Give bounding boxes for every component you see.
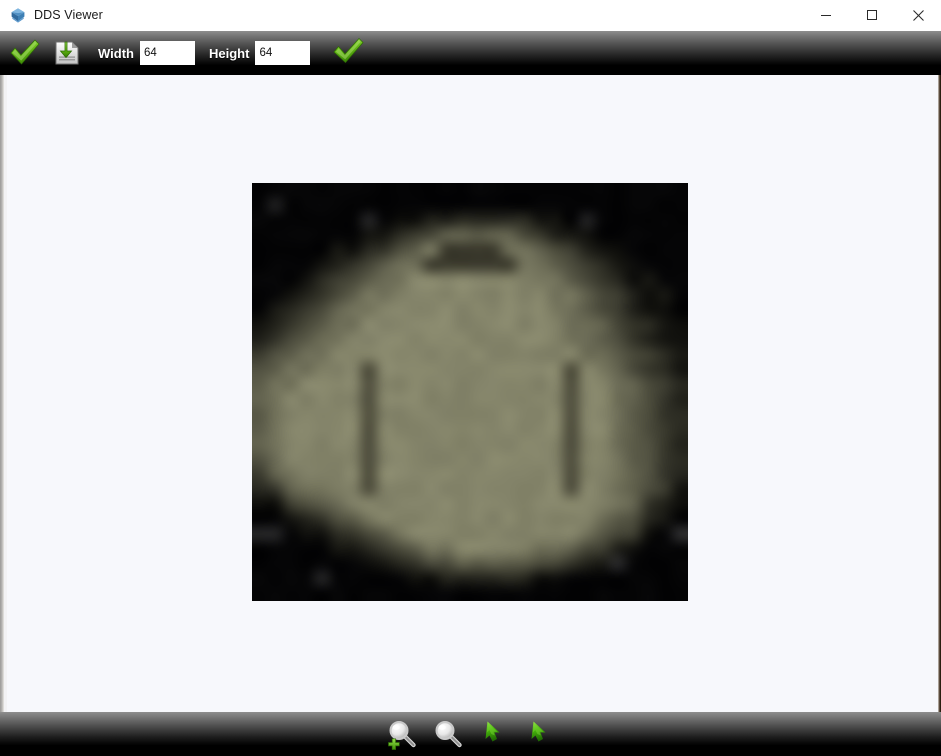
width-label: Width xyxy=(98,45,134,61)
save-button[interactable] xyxy=(50,36,84,70)
green-check-open-icon xyxy=(9,39,41,67)
top-toolbar: Width Height xyxy=(0,31,941,75)
window-title: DDS Viewer xyxy=(34,8,103,22)
close-button[interactable] xyxy=(895,0,941,31)
image-canvas-area[interactable] xyxy=(0,75,941,712)
dds-texture-preview[interactable] xyxy=(252,183,688,601)
maximize-icon xyxy=(866,9,878,21)
green-check-icon xyxy=(332,37,365,70)
magnifier-plus-icon xyxy=(385,717,419,751)
bottom-toolbar xyxy=(0,712,941,756)
title-bar-left: DDS Viewer xyxy=(0,6,803,24)
green-arrow-up-right-icon xyxy=(524,718,556,750)
minimize-button[interactable] xyxy=(803,0,849,31)
green-arrow-up-left-icon xyxy=(478,718,510,750)
window-controls xyxy=(803,0,941,31)
title-bar: DDS Viewer xyxy=(0,0,941,31)
zoom-out-button[interactable] xyxy=(428,713,468,755)
height-label: Height xyxy=(208,45,250,61)
height-input[interactable] xyxy=(255,41,311,65)
width-input[interactable] xyxy=(139,41,195,65)
canvas-left-border-inner xyxy=(4,75,7,712)
dds-viewer-window: DDS Viewer Width 64 Height 64 xyxy=(0,0,941,756)
save-disk-icon xyxy=(52,38,82,68)
open-button[interactable] xyxy=(8,36,42,70)
maximize-button[interactable] xyxy=(849,0,895,31)
texture-canvas xyxy=(252,183,688,601)
apply-button[interactable] xyxy=(328,36,368,70)
dds-diamond-icon xyxy=(9,6,27,24)
rotate-right-button[interactable] xyxy=(520,713,560,755)
magnifier-icon xyxy=(431,717,465,751)
rotate-left-button[interactable] xyxy=(474,713,514,755)
zoom-in-button[interactable] xyxy=(382,713,422,755)
minimize-icon xyxy=(820,9,832,21)
close-icon xyxy=(912,9,925,22)
